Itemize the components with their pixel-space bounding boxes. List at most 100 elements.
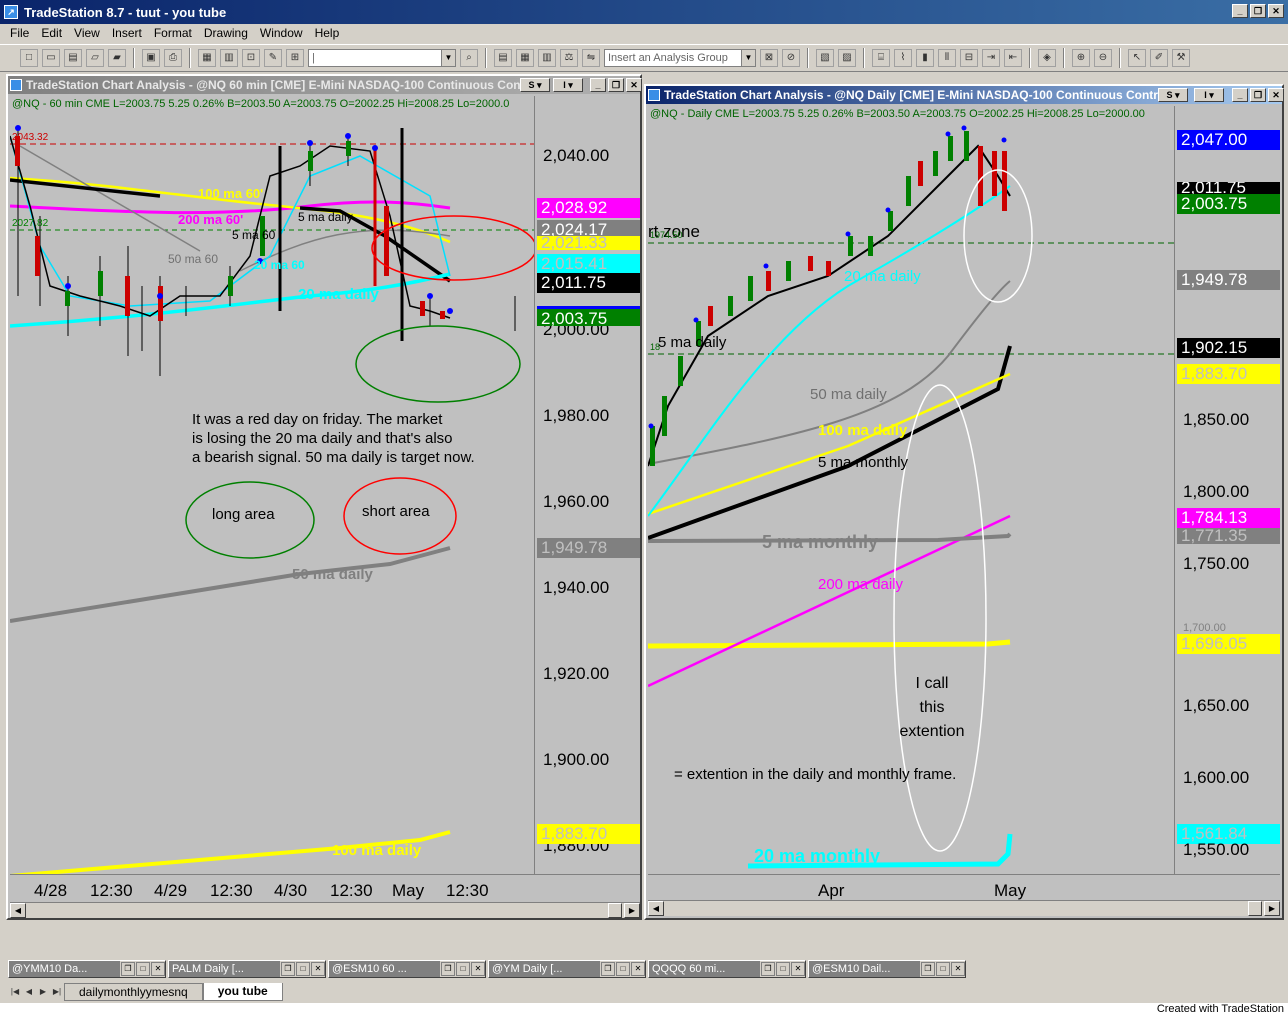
- minimized-window[interactable]: @ESM10 60 ... ❐ □ ✕: [328, 960, 486, 978]
- scroll-left-icon[interactable]: ◀: [648, 901, 664, 916]
- menu-window[interactable]: Window: [254, 26, 309, 40]
- interval-link-dropdown[interactable]: I ▾: [1194, 88, 1224, 102]
- format-symbol-icon[interactable]: ▨: [838, 49, 856, 67]
- link-icon[interactable]: ✎: [264, 49, 282, 67]
- symbol-search-icon[interactable]: ⌕: [460, 49, 478, 67]
- indicator-icon[interactable]: ⚖: [560, 49, 578, 67]
- menu-format[interactable]: Format: [148, 26, 198, 40]
- data-window-icon[interactable]: ⊟: [960, 49, 978, 67]
- open-icon[interactable]: ▭: [42, 49, 60, 67]
- tradestation-app-icon[interactable]: ↗: [4, 5, 18, 19]
- folder-icon[interactable]: ▰: [108, 49, 126, 67]
- lock-icon[interactable]: ⊡: [242, 49, 260, 67]
- chart-minimize-button[interactable]: _: [1232, 88, 1248, 102]
- horizontal-scrollbar[interactable]: ◀ ▶: [10, 902, 640, 918]
- ma-200-60-label: 200 ma 60': [178, 212, 244, 227]
- pointer-icon[interactable]: ↖: [1128, 49, 1146, 67]
- window-icon[interactable]: ▦: [198, 49, 216, 67]
- chevron-down-icon[interactable]: ▼: [741, 50, 755, 66]
- minimized-window[interactable]: QQQQ 60 mi... ❐ □ ✕: [648, 960, 806, 978]
- chart-minimize-button[interactable]: _: [590, 78, 606, 92]
- ma-100-daily-label: 100 ma daily: [332, 842, 422, 859]
- tab-dailymonthlyymesnq[interactable]: dailymonthlyymesnq: [64, 983, 203, 1001]
- chart-restore-button[interactable]: ❐: [608, 78, 624, 92]
- strategy-icon[interactable]: ⇋: [582, 49, 600, 67]
- symbol-link-icon[interactable]: ⊞: [286, 49, 304, 67]
- first-tab-icon[interactable]: |◀: [8, 985, 22, 999]
- scroll-right-icon[interactable]: ▶: [1264, 901, 1280, 916]
- price-axis[interactable]: 2,047.00 2,011.75 2,003.75 1,949.78 1,90…: [1174, 106, 1280, 874]
- price-bars: [15, 126, 516, 376]
- symbol-link-dropdown[interactable]: S ▾: [520, 78, 550, 92]
- next-tab-icon[interactable]: ▶: [36, 985, 50, 999]
- bar-chart-icon[interactable]: ⌸: [872, 49, 890, 67]
- zoom-in-icon[interactable]: ⊕: [1072, 49, 1090, 67]
- minimize-button[interactable]: _: [1232, 4, 1248, 18]
- price-plot-area[interactable]: @NQ - Daily CME L=2003.75 5.25 0.26% B=2…: [648, 106, 1174, 874]
- ma-5-monthly-label: 5 ma monthly: [818, 454, 909, 471]
- remove-analysis-icon[interactable]: ⊘: [782, 49, 800, 67]
- menu-file[interactable]: File: [4, 26, 35, 40]
- color-icon[interactable]: ◈: [1038, 49, 1056, 67]
- chart-close-button[interactable]: ✕: [1268, 88, 1284, 102]
- chart-window-daily[interactable]: TradeStation Chart Analysis - @NQ Daily …: [644, 84, 1284, 920]
- ma-100-60-price-box: 2,021.33: [537, 236, 640, 250]
- menu-drawing[interactable]: Drawing: [198, 26, 254, 40]
- menu-insert[interactable]: Insert: [106, 26, 148, 40]
- prev-tab-icon[interactable]: ◀: [22, 985, 36, 999]
- drawing-tools-icon[interactable]: ✐: [1150, 49, 1168, 67]
- time-axis[interactable]: Apr May: [648, 874, 1280, 902]
- format-analysis-icon[interactable]: ⊠: [760, 49, 778, 67]
- minimized-window[interactable]: @YM Daily [... ❐ □ ✕: [488, 960, 646, 978]
- print-icon[interactable]: ⎙: [164, 49, 182, 67]
- open-folder-icon[interactable]: ▱: [86, 49, 104, 67]
- horizontal-scrollbar[interactable]: ◀ ▶: [648, 900, 1280, 916]
- scroll-thumb[interactable]: [608, 903, 622, 918]
- price-axis[interactable]: 2,040.00 2,000.00 1,980.00 1,960.00 1,94…: [534, 96, 640, 874]
- symbol-input[interactable]: | ▼: [308, 49, 456, 67]
- chevron-down-icon[interactable]: ▼: [441, 50, 455, 66]
- chart-close-button[interactable]: ✕: [626, 78, 642, 92]
- chart-window-60min[interactable]: TradeStation Chart Analysis - @NQ 60 min…: [6, 74, 642, 920]
- menu-view[interactable]: View: [68, 26, 106, 40]
- restore-button[interactable]: ❐: [1250, 4, 1266, 18]
- ma-5-monthly-price-box: 1,902.15: [1177, 338, 1280, 358]
- menu-help[interactable]: Help: [309, 26, 346, 40]
- chart-restore-button[interactable]: ❐: [1250, 88, 1266, 102]
- compress-icon[interactable]: ⇤: [1004, 49, 1022, 67]
- line-chart-icon[interactable]: ⌇: [894, 49, 912, 67]
- chart-window-icon: [648, 89, 660, 101]
- minimized-window[interactable]: PALM Daily [... ❐ □ ✕: [168, 960, 326, 978]
- scroll-thumb[interactable]: [1248, 901, 1262, 916]
- expand-icon[interactable]: ⇥: [982, 49, 1000, 67]
- tab-you-tube[interactable]: you tube: [202, 983, 283, 1001]
- time-tick: Apr: [818, 881, 845, 900]
- grid-icon[interactable]: ▥: [220, 49, 238, 67]
- radarscreen-icon[interactable]: ▦: [516, 49, 534, 67]
- minimized-window[interactable]: @ESM10 Dail... ❐ □ ✕: [808, 960, 966, 978]
- last-tab-icon[interactable]: ▶|: [50, 985, 64, 999]
- app-title-bar: ↗ TradeStation 8.7 - tuut - you tube _ ❐…: [0, 0, 1288, 24]
- candlestick-icon[interactable]: ▮: [916, 49, 934, 67]
- workspace-icon[interactable]: ▤: [64, 49, 82, 67]
- customize-icon[interactable]: ⚒: [1172, 49, 1190, 67]
- analysis-group-select[interactable]: Insert an Analysis Group ▼: [604, 49, 756, 67]
- symbol-link-dropdown[interactable]: S ▾: [1158, 88, 1188, 102]
- save-icon[interactable]: ▣: [142, 49, 160, 67]
- format-window-icon[interactable]: ▧: [816, 49, 834, 67]
- zoom-out-icon[interactable]: ⊖: [1094, 49, 1112, 67]
- minimized-window[interactable]: @YMM10 Da... ❐ □ ✕: [8, 960, 166, 978]
- matrix-icon[interactable]: ▥: [538, 49, 556, 67]
- chart-icon[interactable]: ▤: [494, 49, 512, 67]
- menu-edit[interactable]: Edit: [35, 26, 68, 40]
- scroll-right-icon[interactable]: ▶: [624, 903, 640, 918]
- price-plot-area[interactable]: @NQ - 60 min CME L=2003.75 5.25 0.26% B=…: [10, 96, 534, 874]
- ma-1696-line: [648, 639, 1011, 649]
- close-button[interactable]: ✕: [1268, 4, 1284, 18]
- interval-link-dropdown[interactable]: I ▾: [553, 78, 583, 92]
- volume-icon[interactable]: ⫴: [938, 49, 956, 67]
- time-axis[interactable]: 4/28 12:30 4/29 12:30 4/30 12:30 May 12:…: [10, 874, 640, 904]
- new-icon[interactable]: □: [20, 49, 38, 67]
- workspace-tabs-bar: |◀ ◀ ▶ ▶| dailymonthlyymesnq you tube: [0, 982, 1288, 1002]
- scroll-left-icon[interactable]: ◀: [10, 903, 26, 918]
